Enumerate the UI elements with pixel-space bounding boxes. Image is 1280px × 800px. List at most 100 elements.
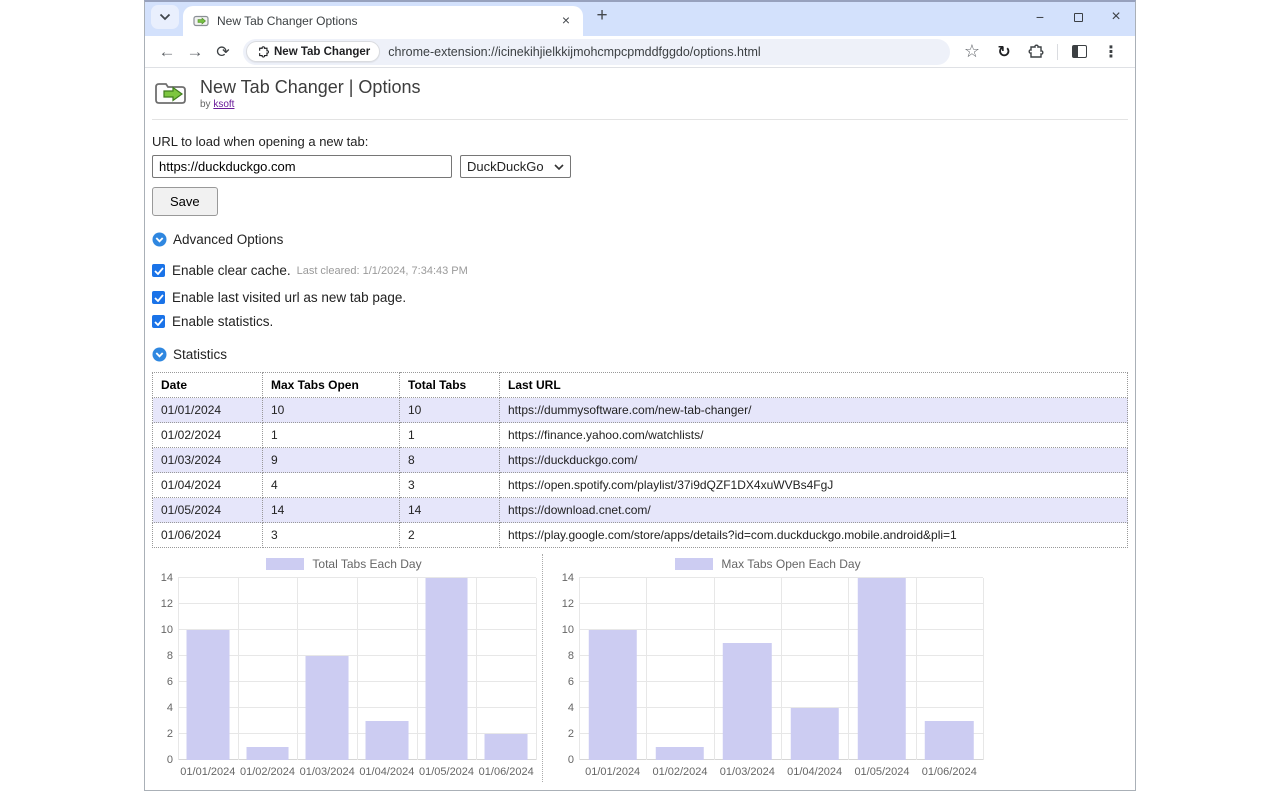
- gridline: [848, 578, 850, 760]
- y-tick-label: 12: [561, 598, 574, 610]
- page-title-wrap: New Tab Changer | Options by ksoft: [200, 77, 420, 110]
- header-last-url: Last URL: [499, 372, 1128, 398]
- collapse-toggle-icon: [152, 232, 167, 247]
- window-controls: − ×: [1021, 2, 1135, 32]
- tab-close-icon[interactable]: ×: [557, 12, 575, 30]
- table-cell: 01/01/2024: [152, 397, 263, 423]
- chart-legend: Total Tabs Each Day: [152, 556, 536, 572]
- header-divider: [152, 119, 1128, 120]
- bar: [655, 747, 705, 760]
- browser-toolbar: ← → ⟳ New Tab Changer chrome-extension:/…: [145, 36, 1135, 68]
- side-panel-button[interactable]: [1066, 39, 1092, 65]
- gridline: [713, 578, 715, 760]
- x-tick-label: 01/06/2024: [478, 766, 534, 778]
- address-bar[interactable]: New Tab Changer chrome-extension://icine…: [243, 38, 950, 65]
- table-cell: https://download.cnet.com/: [499, 497, 1128, 523]
- y-tick-label: 8: [166, 650, 173, 662]
- enable-statistics-checkbox[interactable]: [152, 315, 165, 328]
- last-cleared-note: Last cleared: 1/1/2024, 7:34:43 PM: [296, 264, 468, 277]
- chevron-down-icon: [554, 163, 564, 170]
- y-tick-label: 0: [166, 754, 173, 766]
- gridline: [237, 578, 239, 760]
- save-button[interactable]: Save: [152, 187, 218, 216]
- gridline: [915, 578, 917, 760]
- check-icon: [153, 293, 164, 302]
- gridline: [476, 578, 478, 760]
- table-cell: 1: [399, 422, 500, 448]
- chevron-down-icon: [159, 13, 171, 21]
- collapse-toggle-icon: [152, 347, 167, 362]
- ksoft-link[interactable]: ksoft: [213, 99, 234, 110]
- table-cell: https://duckduckgo.com/: [499, 447, 1128, 473]
- last-visited-checkbox[interactable]: [152, 291, 165, 304]
- x-tick-label: 01/03/2024: [719, 766, 775, 778]
- gridline: [357, 578, 358, 760]
- y-tick-label: 0: [567, 754, 574, 766]
- last-visited-row: Enable last visited url as new tab page.: [152, 290, 1128, 305]
- chart-y-labels: 0 2 4 6 8 10 12 14: [152, 572, 178, 766]
- statistics-toggle[interactable]: Statistics: [152, 347, 1128, 362]
- enable-statistics-label: Enable statistics.: [172, 314, 274, 329]
- table-row: 01/06/2024 3 2 https://play.google.com/stor…: [152, 522, 1128, 548]
- header-total-tabs: Total Tabs: [399, 372, 500, 398]
- gridline: [983, 578, 984, 760]
- preset-select[interactable]: DuckDuckGo: [460, 155, 571, 178]
- charts-row: Total Tabs Each Day 0 2 4 6 8 10 12 14 01/01/20…: [152, 554, 1128, 782]
- x-tick-label: 01/01/2024: [585, 766, 641, 778]
- bar: [186, 630, 230, 760]
- extension-sync-icon[interactable]: ↻: [991, 39, 1017, 65]
- maximize-button[interactable]: [1059, 2, 1097, 32]
- bar: [723, 643, 772, 760]
- x-tick-label: 01/02/2024: [652, 766, 708, 778]
- bookmark-star-icon[interactable]: ☆: [959, 39, 985, 65]
- y-tick-label: 2: [166, 728, 173, 740]
- url-field-label: URL to load when opening a new tab:: [152, 134, 369, 149]
- minimize-button[interactable]: −: [1021, 2, 1059, 32]
- close-button[interactable]: ×: [1097, 2, 1135, 32]
- max-tabs-chart: Max Tabs Open Each Day 0 2 4 6 8 10 12 14 01/01…: [553, 554, 984, 782]
- table-cell: 3: [262, 522, 400, 548]
- new-tab-button[interactable]: +: [589, 4, 615, 30]
- bar: [857, 578, 907, 760]
- url-form-row: DuckDuckGo: [152, 155, 1128, 178]
- table-row: 01/01/2024 10 10 https://dummysoftware.com/…: [152, 397, 1128, 423]
- table-cell: 01/04/2024: [152, 472, 263, 498]
- bar: [484, 734, 528, 760]
- gridline: [536, 578, 537, 760]
- x-tick-label: 01/01/2024: [180, 766, 236, 778]
- url-input[interactable]: [152, 155, 452, 178]
- table-cell: https://finance.yahoo.com/watchlists/: [499, 422, 1128, 448]
- table-cell: 01/06/2024: [152, 522, 263, 548]
- chart-plot: [178, 577, 537, 760]
- forward-button[interactable]: →: [183, 40, 207, 64]
- browser-tab[interactable]: New Tab Changer Options ×: [183, 6, 583, 36]
- tab-search-button[interactable]: [151, 5, 179, 29]
- legend-label: Max Tabs Open Each Day: [721, 557, 861, 571]
- table-cell: 14: [262, 497, 400, 523]
- table-row: 01/04/2024 4 3 https://open.spotify.com/pla…: [152, 472, 1128, 498]
- table-cell: 9: [262, 447, 400, 473]
- header-max-tabs: Max Tabs Open: [262, 372, 400, 398]
- chart-x-labels: 01/01/2024 01/02/2024 01/03/2024 01/04/2024…: [178, 766, 536, 778]
- advanced-options-toggle[interactable]: Advanced Options: [152, 232, 1128, 247]
- extensions-icon[interactable]: [1023, 39, 1049, 65]
- tab-strip: New Tab Changer Options × + − ×: [145, 2, 1135, 36]
- chart-body: 0 2 4 6 8 10 12 14: [553, 572, 984, 766]
- bar: [588, 630, 637, 760]
- byline: by ksoft: [200, 99, 420, 110]
- statistics-label: Statistics: [173, 347, 228, 362]
- y-tick-label: 6: [567, 676, 574, 688]
- table-row: 01/02/2024 1 1 https://finance.yahoo.com/wa…: [152, 422, 1128, 448]
- reload-button[interactable]: ⟳: [211, 40, 235, 64]
- toolbar-divider: [1057, 43, 1058, 60]
- menu-kebab-icon[interactable]: ⋮: [1098, 39, 1124, 65]
- legend-label: Total Tabs Each Day: [312, 557, 422, 571]
- y-tick-label: 4: [166, 702, 173, 714]
- clear-cache-checkbox[interactable]: [152, 264, 165, 277]
- table-row: 01/03/2024 9 8 https://duckduckgo.com/: [152, 447, 1128, 473]
- page-header: New Tab Changer | Options by ksoft: [152, 68, 1128, 110]
- puzzle-icon: [1028, 44, 1044, 58]
- clear-cache-row: Enable clear cache. Last cleared: 1/1/20…: [152, 263, 1128, 278]
- back-button[interactable]: ←: [155, 40, 179, 64]
- extension-chip[interactable]: New Tab Changer: [246, 41, 381, 62]
